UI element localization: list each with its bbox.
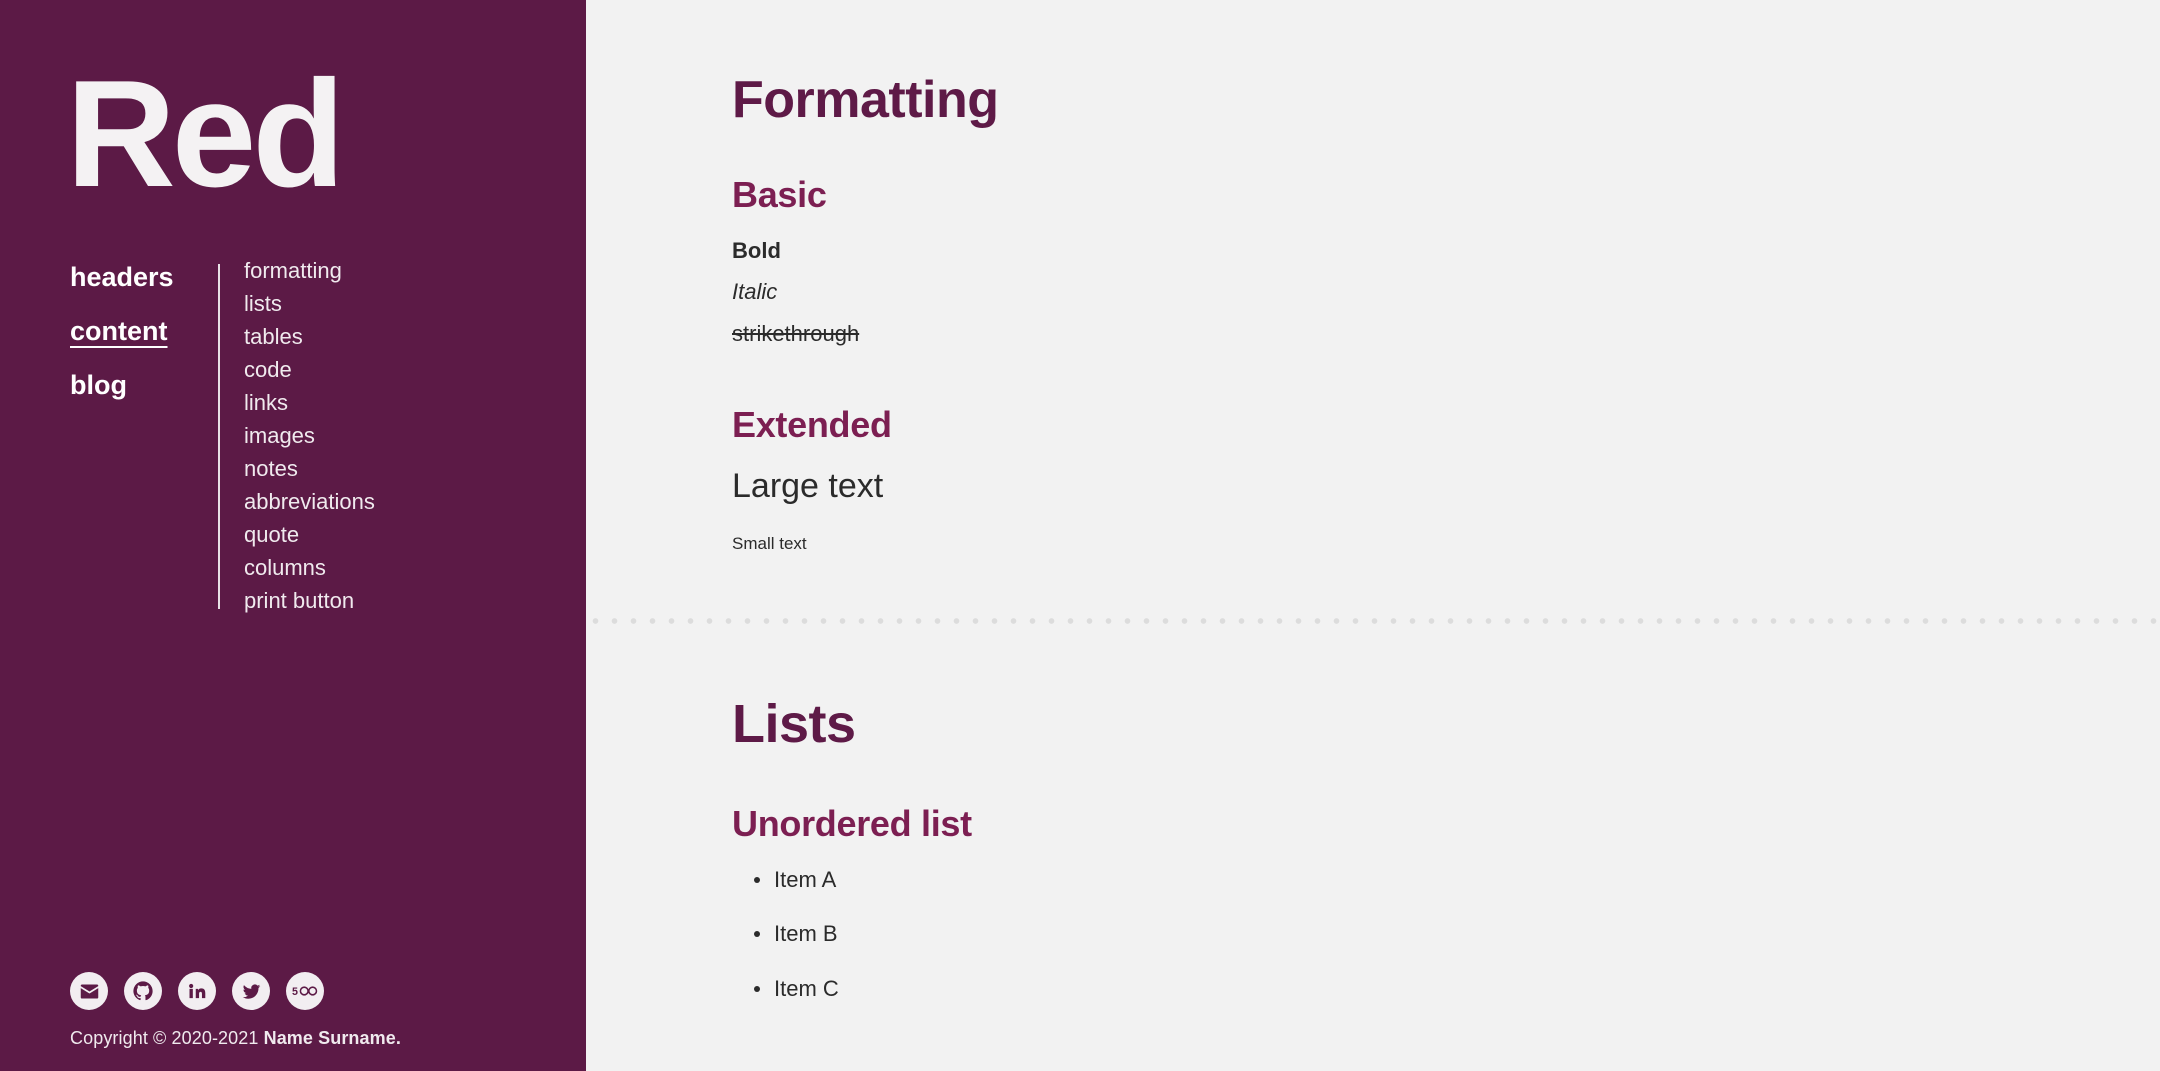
subnav-item-quote[interactable]: quote	[244, 524, 375, 546]
sample-bold-text: Bold	[732, 237, 781, 263]
subnav-item-print-button[interactable]: print button	[244, 590, 375, 612]
sidebar-navigation: headers content blog formatting lists ta…	[0, 210, 586, 623]
list-item: Item B	[754, 920, 2160, 948]
subnav-item-notes[interactable]: notes	[244, 458, 375, 480]
subnav-item-formatting[interactable]: formatting	[244, 260, 375, 282]
primary-nav: headers content blog	[70, 250, 218, 623]
sample-strikethrough-text: strikethrough	[732, 320, 860, 346]
subnav-item-columns[interactable]: columns	[244, 557, 375, 579]
page-title-lists: Lists	[732, 693, 856, 754]
nav-item-headers[interactable]: headers	[70, 264, 218, 291]
github-icon[interactable]	[124, 972, 162, 1010]
subnav-item-lists[interactable]: lists	[244, 293, 375, 315]
twitter-icon[interactable]	[232, 972, 270, 1010]
list-item: Item A	[754, 866, 2160, 894]
copyright-text: Copyright © 2020-2021 Name Surname.	[70, 1028, 401, 1049]
sample-italic-text: Italic	[732, 279, 778, 305]
fivehundredpx-icon[interactable]: 5	[286, 972, 324, 1010]
extended-block: Extended Large text Small text	[732, 405, 2160, 554]
section-divider	[586, 616, 2160, 625]
subnav-item-abbreviations[interactable]: abbreviations	[244, 491, 375, 513]
copyright-owner: Name Surname.	[263, 1028, 401, 1048]
sample-large-text: Large text	[732, 466, 884, 505]
sidebar: Red headers content blog formatting list…	[0, 0, 586, 1071]
sample-small-text: Small text	[732, 534, 807, 554]
email-icon[interactable]	[70, 972, 108, 1010]
nav-vertical-divider	[218, 264, 220, 609]
svg-text:5: 5	[292, 986, 298, 998]
unordered-list: Item A Item B Item C	[732, 866, 2160, 1003]
subnav-item-code[interactable]: code	[244, 359, 375, 381]
section-formatting: Formatting Basic Bold Italic strikethrou…	[586, 0, 2160, 555]
linkedin-icon[interactable]	[178, 972, 216, 1010]
subnav-item-images[interactable]: images	[244, 425, 375, 447]
list-item: Item C	[754, 975, 2160, 1003]
social-links: 5	[70, 972, 401, 1010]
subheading-basic: Basic	[732, 174, 827, 216]
subheading-unordered-list: Unordered list	[732, 803, 972, 845]
secondary-nav: formatting lists tables code links image…	[244, 250, 375, 623]
subheading-extended: Extended	[732, 404, 892, 446]
copyright-prefix: Copyright © 2020-2021	[70, 1028, 264, 1048]
sidebar-footer: 5 Copyright © 2020-2021 Name Surname.	[70, 972, 401, 1049]
page-root: Red headers content blog formatting list…	[0, 0, 2160, 1071]
subnav-item-links[interactable]: links	[244, 392, 375, 414]
subnav-item-tables[interactable]: tables	[244, 326, 375, 348]
nav-item-content[interactable]: content	[70, 318, 218, 345]
section-lists: Lists Unordered list Item A Item B Item …	[586, 625, 2160, 1002]
nav-item-blog[interactable]: blog	[70, 372, 218, 399]
site-brand-title[interactable]: Red	[0, 0, 586, 210]
page-title-formatting: Formatting	[732, 71, 999, 129]
main-content: Formatting Basic Bold Italic strikethrou…	[586, 0, 2160, 1071]
